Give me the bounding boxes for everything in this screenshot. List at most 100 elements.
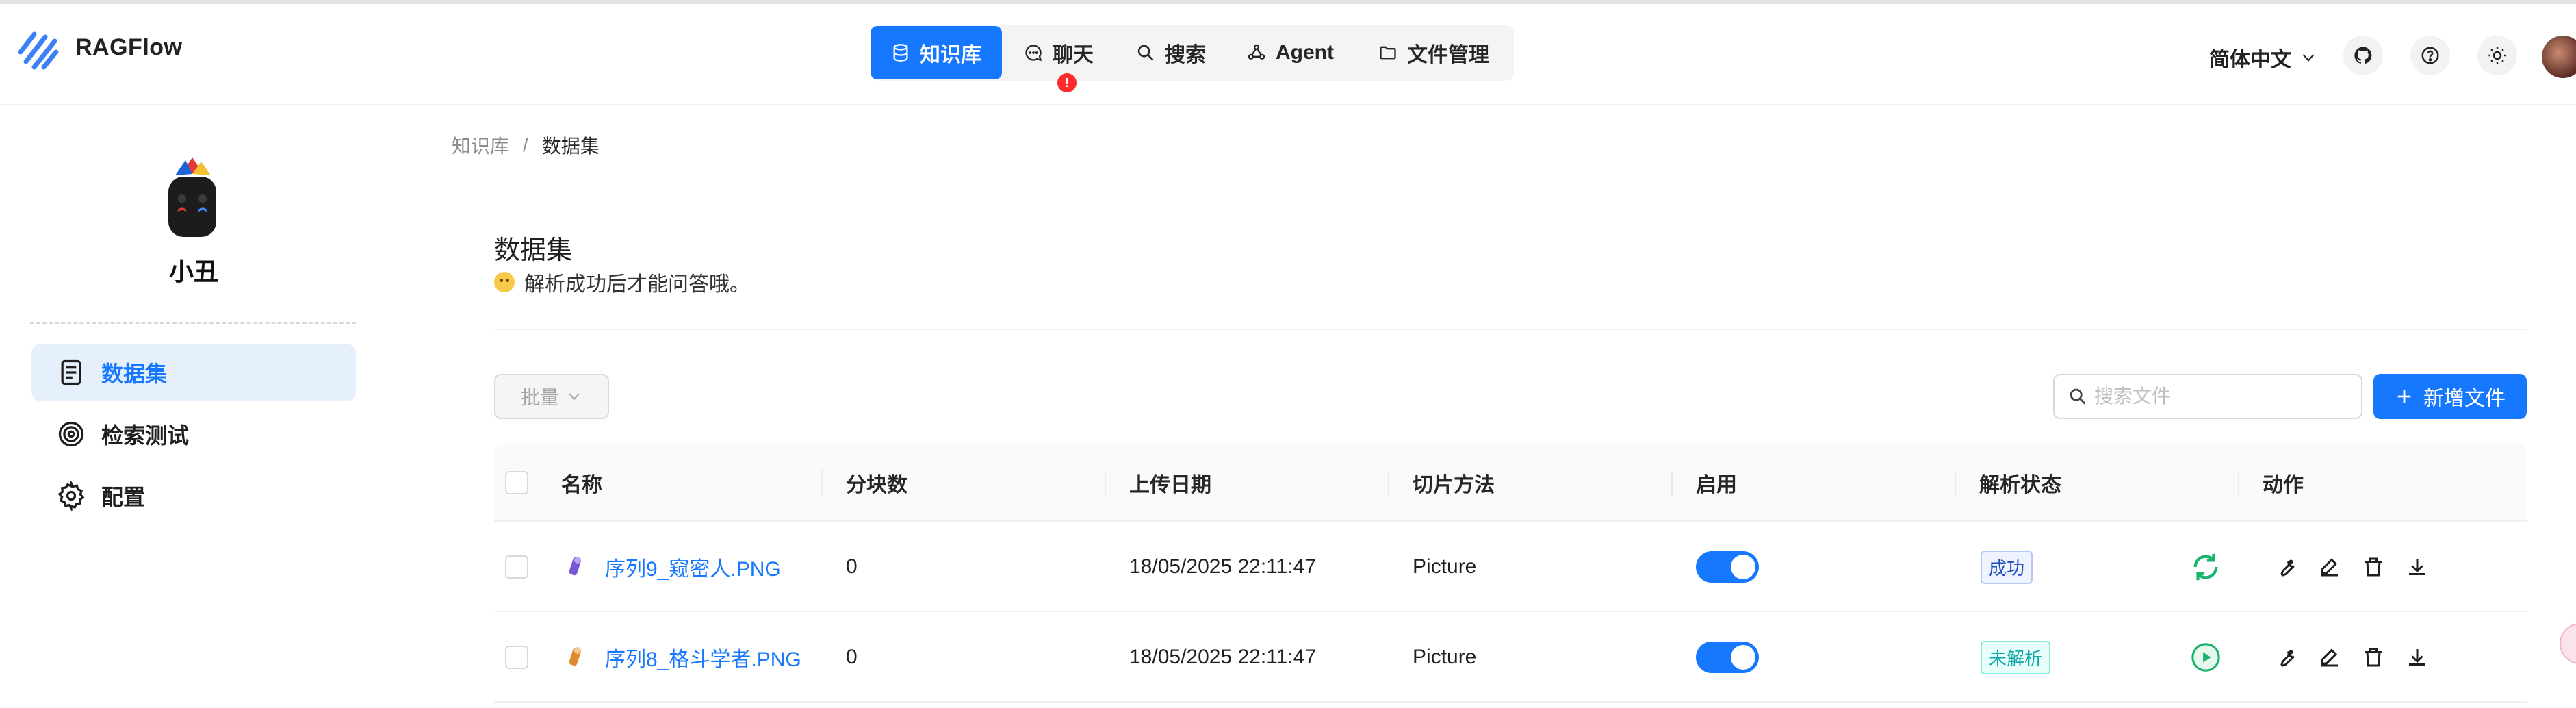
table-header: 名称 分块数 上传日期 切片方法 启用 解析状态 动作 — [494, 444, 2527, 522]
trash-icon — [2365, 648, 2382, 667]
chunk-count-cell: 0 — [846, 555, 858, 578]
github-button[interactable] — [2343, 36, 2383, 75]
column-header-enabled: 启用 — [1696, 474, 1737, 496]
file-search-input[interactable] — [2093, 385, 2353, 408]
download-button[interactable] — [2405, 555, 2430, 579]
breadcrumb-current: 数据集 — [541, 136, 600, 157]
search-icon — [1137, 45, 1154, 61]
column-header-chunk-method: 切片方法 — [1413, 474, 1495, 496]
breadcrumb: 知识库 / 数据集 — [452, 131, 600, 159]
nav-item-file-management[interactable]: 文件管理 — [1378, 26, 1489, 79]
sidebar-item-retrieval-test[interactable]: 检索测试 — [31, 405, 356, 463]
knowledge-base-name: 小丑 — [168, 257, 218, 286]
file-name-link[interactable]: 序列9_窥密人.PNG — [605, 552, 781, 582]
settings-gear-icon — [57, 481, 85, 511]
toggle-knob — [1731, 645, 1755, 670]
nav-item-label: 文件管理 — [1407, 44, 1489, 66]
file-name-link[interactable]: 序列8_格斗学者.PNG — [605, 642, 801, 672]
delete-button[interactable] — [2361, 555, 2386, 579]
chat-notification-badge: ! — [1057, 73, 1077, 92]
retrieval-test-icon — [58, 421, 84, 447]
dataset-icon — [61, 359, 81, 385]
column-header-actions: 动作 — [2263, 474, 2304, 496]
nav-item-chat[interactable]: 聊天 — [1024, 26, 1094, 79]
database-icon — [893, 44, 908, 62]
breadcrumb-separator: / — [523, 134, 528, 155]
sidebar-item-label: 检索测试 — [101, 423, 190, 448]
help-button[interactable] — [2410, 36, 2450, 75]
file-search-box — [2053, 374, 2362, 419]
column-separator — [1105, 470, 1106, 497]
plus-icon — [2397, 390, 2411, 403]
chevron-down-icon — [2302, 53, 2315, 62]
nav-item-agent[interactable]: Agent — [1247, 26, 1334, 79]
column-separator — [1388, 470, 1389, 497]
status-badge: 成功 — [1981, 550, 2033, 584]
breadcrumb-parent-link[interactable]: 知识库 — [452, 131, 509, 159]
table-row: 序列9_窥密人.PNG 0 18/05/2025 22:11:47 Pictur… — [494, 522, 2527, 612]
column-header-upload-date: 上传日期 — [1129, 474, 1211, 496]
parse-settings-button[interactable] — [2274, 645, 2298, 670]
add-file-button[interactable]: 新增文件 — [2373, 374, 2527, 419]
download-icon — [2409, 559, 2425, 575]
theme-sun-icon — [2488, 47, 2506, 64]
wrench-icon — [2280, 650, 2295, 667]
wrench-icon — [2280, 559, 2295, 577]
folder-icon — [1380, 46, 1396, 60]
section-divider — [494, 329, 2527, 330]
language-label: 简体中文 — [2209, 49, 2291, 71]
chevron-down-icon — [569, 393, 580, 401]
file-name-cell: 序列9_窥密人.PNG — [561, 522, 781, 612]
table-row: 序列8_格斗学者.PNG 0 18/05/2025 22:11:47 Pictu… — [494, 612, 2527, 703]
help-icon — [2421, 47, 2439, 64]
sidebar-item-dataset[interactable]: 数据集 — [31, 344, 356, 401]
chunk-method-cell: Picture — [1413, 555, 1477, 578]
refresh-icon[interactable] — [2190, 551, 2221, 583]
user-avatar[interactable] — [2542, 36, 2576, 78]
row-checkbox[interactable] — [505, 555, 528, 579]
upload-date-cell: 18/05/2025 22:11:47 — [1129, 555, 1317, 578]
sidebar-item-label: 数据集 — [101, 362, 168, 386]
enable-toggle[interactable] — [1696, 551, 1759, 583]
floating-helper-button[interactable] — [2560, 623, 2576, 664]
smile-emoji-icon — [494, 272, 515, 292]
column-header-name: 名称 — [561, 474, 602, 496]
column-separator — [1955, 470, 1956, 497]
bulk-actions-button[interactable]: 批量 — [494, 374, 609, 419]
play-icon[interactable] — [2190, 642, 2221, 673]
agent-graph-icon — [1248, 44, 1265, 60]
select-all-checkbox[interactable] — [505, 471, 528, 494]
chunk-method-cell: Picture — [1413, 646, 1477, 668]
rename-button[interactable] — [2317, 645, 2342, 670]
column-header-chunks: 分块数 — [846, 474, 907, 496]
nav-item-label: 搜索 — [1165, 44, 1206, 66]
image-file-icon — [569, 557, 581, 576]
nav-item-search[interactable]: 搜索 — [1136, 26, 1206, 79]
main-nav: 知识库 聊天 搜索 Agent 文件管理 — [871, 25, 1514, 81]
delete-button[interactable] — [2361, 645, 2386, 670]
nav-item-label: 聊天 — [1053, 44, 1094, 66]
row-checkbox[interactable] — [505, 646, 528, 669]
language-selector[interactable]: 简体中文 — [2209, 42, 2317, 73]
toggle-knob — [1731, 555, 1755, 579]
chunk-count-cell: 0 — [846, 646, 858, 668]
rename-button[interactable] — [2317, 555, 2342, 579]
edit-pencil-icon — [2321, 648, 2338, 667]
column-separator — [821, 470, 823, 497]
app-header: RAGFlow 知识库 聊天 搜索 Agent 文件管理 ! 简体中文 — [0, 4, 2576, 105]
column-separator — [2238, 470, 2239, 497]
page-title: 数据集 — [494, 236, 573, 265]
edit-pencil-icon — [2321, 558, 2338, 577]
enable-toggle[interactable] — [1696, 642, 1759, 673]
download-button[interactable] — [2405, 645, 2430, 670]
ragflow-logo-icon — [18, 31, 59, 70]
theme-toggle-button[interactable] — [2477, 36, 2517, 75]
enable-toggle-cell — [1696, 522, 1759, 612]
page-description-text: 解析成功后才能问答哦。 — [524, 273, 750, 296]
app-brand-name: RAGFlow — [75, 34, 183, 60]
nav-item-knowledge-base[interactable]: 知识库 — [871, 26, 1002, 79]
column-header-parse-status: 解析状态 — [1979, 474, 2061, 496]
parse-settings-button[interactable] — [2274, 555, 2298, 579]
search-icon — [2070, 388, 2086, 405]
sidebar-item-configuration[interactable]: 配置 — [31, 467, 356, 524]
